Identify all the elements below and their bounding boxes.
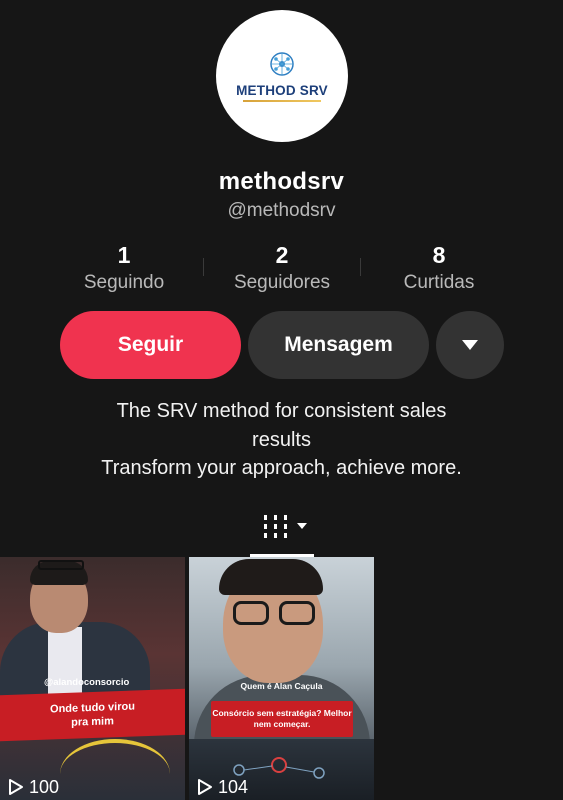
- tab-videos[interactable]: [262, 513, 310, 541]
- banner-text: pra mim: [71, 715, 114, 729]
- username-handle: @methodsrv: [227, 200, 336, 221]
- view-count: 104: [197, 774, 248, 800]
- brain-network-icon: [270, 51, 294, 76]
- banner-text: Consórcio sem estratégia? Melhor: [212, 708, 352, 718]
- stat-divider: [203, 258, 204, 276]
- message-button[interactable]: Mensagem: [248, 311, 429, 379]
- grid-filter-icon: [264, 515, 307, 538]
- stat-following-label: Seguindo: [83, 272, 165, 293]
- video-thumbnail[interactable]: Quem é Alan Caçula Consórcio sem estraté…: [189, 557, 374, 800]
- video-caption: Quem é Alan Caçula: [240, 681, 323, 691]
- logo-underline: [243, 99, 321, 102]
- video-thumbnail[interactable]: @alandoconsorcio Onde tudo virou pra mim…: [0, 557, 185, 800]
- stat-likes[interactable]: 8 Curtidas: [369, 240, 509, 294]
- stat-likes-label: Curtidas: [403, 272, 475, 293]
- video-grid: @alandoconsorcio Onde tudo virou pra mim…: [0, 557, 563, 800]
- bio-line: results: [252, 428, 311, 451]
- thumbnail-person-hair: [219, 559, 323, 595]
- video-title-banner: Consórcio sem estratégia? Melhor nem com…: [211, 701, 353, 737]
- profile-bio: The SRV method for consistent sales resu…: [0, 397, 563, 483]
- view-count: 100: [8, 774, 59, 800]
- banner-text: nem começar.: [253, 719, 311, 729]
- stat-followers[interactable]: 2 Seguidores: [212, 240, 352, 294]
- profile-avatar[interactable]: METHOD SRV: [216, 10, 348, 142]
- avatar-logo-text: METHOD SRV: [236, 82, 328, 98]
- stat-following-count: 1: [117, 242, 131, 268]
- decorative-swirl: [60, 739, 170, 800]
- profile-stats: 1 Seguindo 2 Seguidores 8 Curtidas: [0, 240, 563, 300]
- content-tab-bar: [0, 505, 563, 557]
- caret-down-icon: [462, 340, 478, 350]
- play-icon: [198, 779, 212, 795]
- banner-text: Onde tudo virou: [50, 700, 135, 716]
- bio-line: The SRV method for consistent sales: [116, 400, 447, 422]
- video-title-banner: Onde tudo virou pra mim: [0, 688, 185, 742]
- glasses-shape: [38, 560, 84, 570]
- view-count-value: 100: [29, 776, 60, 797]
- stat-likes-count: 8: [432, 242, 446, 268]
- stat-following[interactable]: 1 Seguindo: [54, 240, 194, 294]
- stat-followers-label: Seguidores: [233, 272, 331, 293]
- stat-followers-count: 2: [275, 242, 289, 268]
- bio-line: Transform your approach, achieve more.: [101, 457, 462, 479]
- more-options-button[interactable]: [436, 311, 504, 379]
- display-name: methodsrv: [218, 168, 345, 195]
- view-count-value: 104: [218, 776, 249, 797]
- play-icon: [9, 779, 23, 795]
- video-overlay-handle: @alandoconsorcio: [44, 677, 130, 688]
- stat-divider: [360, 258, 361, 276]
- follow-button[interactable]: Seguir: [60, 311, 241, 379]
- glasses-shape: [233, 601, 317, 625]
